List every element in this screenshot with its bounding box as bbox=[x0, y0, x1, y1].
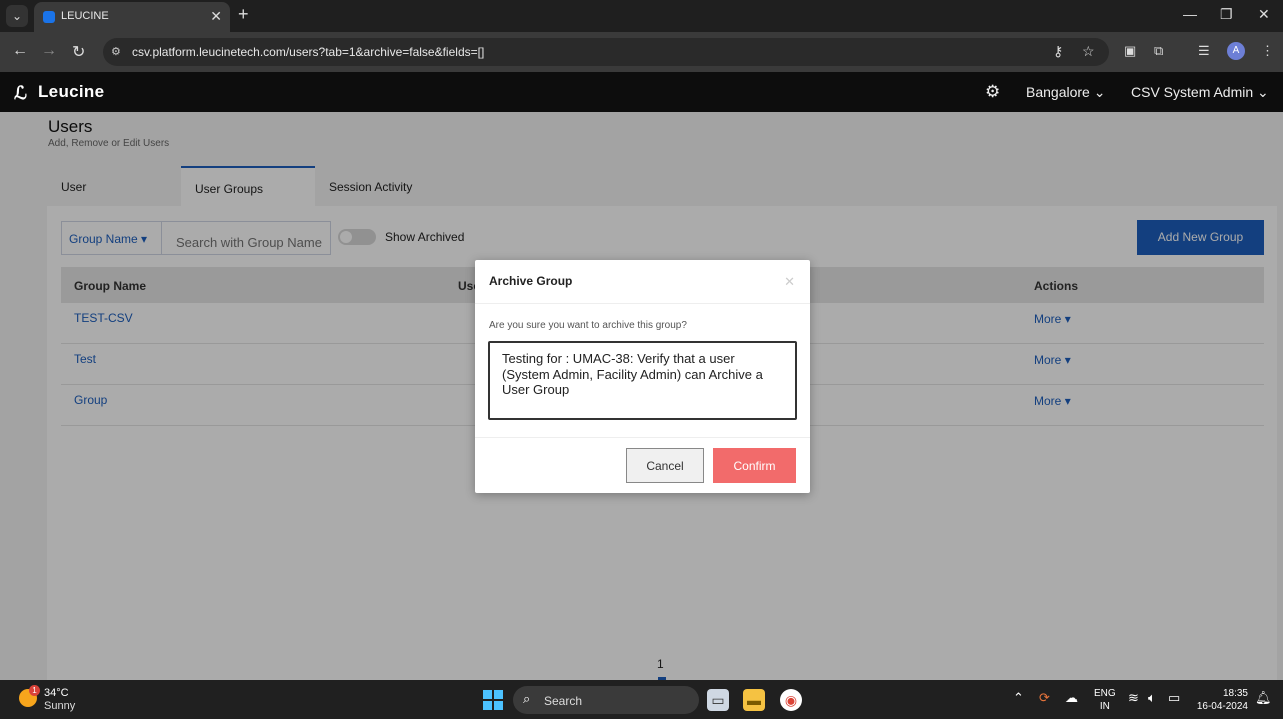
wifi-icon[interactable]: ≋ bbox=[1128, 690, 1139, 706]
address-bar[interactable]: ⚙ csv.platform.leucinetech.com/users?tab… bbox=[103, 38, 1109, 66]
archive-confirmation-question: Are you sure you want to archive this gr… bbox=[489, 320, 687, 331]
back-icon[interactable]: ← bbox=[12, 42, 28, 60]
tab-list-chevron-icon[interactable]: ⌄ bbox=[6, 5, 28, 27]
profile-avatar[interactable]: A bbox=[1227, 42, 1245, 60]
facility-selector[interactable]: Bangalore ⌄ bbox=[1026, 84, 1105, 101]
close-window-icon[interactable]: ✕ bbox=[1258, 6, 1270, 23]
facility-name: Bangalore bbox=[1026, 84, 1090, 100]
volume-icon[interactable]: 🔈︎ bbox=[1148, 690, 1156, 706]
chrome-icon[interactable]: ◉ bbox=[780, 689, 802, 711]
notification-bell-icon[interactable]: 🔔︎ bbox=[1255, 690, 1272, 706]
new-tab-icon[interactable]: + bbox=[238, 4, 249, 25]
language-code: ENG bbox=[1094, 688, 1116, 699]
chevron-down-icon: ⌄ bbox=[1257, 84, 1269, 100]
modal-title: Archive Group bbox=[489, 274, 573, 288]
taskbar-search-box[interactable]: ⌕ Search bbox=[513, 686, 699, 714]
reload-icon[interactable]: ↻ bbox=[72, 42, 85, 62]
translate-extension-icon[interactable]: ▣ bbox=[1124, 43, 1136, 59]
input-language[interactable]: ENG IN bbox=[1094, 687, 1116, 713]
region-code: IN bbox=[1099, 701, 1110, 712]
restore-icon[interactable]: ❐ bbox=[1220, 6, 1233, 23]
settings-gear-icon[interactable]: ⚙ bbox=[985, 82, 1000, 102]
clock-date: 16-04-2024 bbox=[1196, 701, 1248, 712]
tab-title: LEUCINE bbox=[61, 10, 109, 22]
leucine-logo-icon: ℒ bbox=[14, 83, 27, 103]
windows-taskbar: 1 34°C Sunny ⌕ Search ▭ ▬ ◉ ⌃ ⟳ ☁ ENG IN… bbox=[0, 680, 1283, 719]
search-icon: ⌕ bbox=[523, 691, 531, 706]
leucine-favicon-icon bbox=[43, 11, 55, 23]
brand-name: Leucine bbox=[38, 82, 105, 101]
system-clock[interactable]: 18:35 16-04-2024 bbox=[1195, 687, 1248, 713]
windows-start-icon[interactable] bbox=[483, 690, 503, 710]
clock-time: 18:35 bbox=[1222, 688, 1248, 699]
url-text[interactable]: csv.platform.leucinetech.com/users?tab=1… bbox=[132, 45, 484, 59]
user-name: CSV System Admin bbox=[1131, 84, 1254, 100]
user-menu[interactable]: CSV System Admin ⌄ bbox=[1131, 84, 1269, 101]
taskbar-search-label: Search bbox=[544, 694, 583, 708]
modal-footer-divider bbox=[475, 437, 810, 438]
file-explorer-icon[interactable]: ▬ bbox=[743, 689, 765, 711]
close-tab-icon[interactable]: ✕ bbox=[210, 8, 222, 25]
password-key-icon[interactable]: ⚷ bbox=[1053, 43, 1063, 60]
sync-app-icon[interactable]: ⟳ bbox=[1039, 690, 1050, 706]
browser-menu-icon[interactable]: ⋮ bbox=[1261, 43, 1274, 59]
task-view-icon[interactable]: ▭ bbox=[707, 689, 729, 711]
show-hidden-icons-chevron-icon[interactable]: ⌃ bbox=[1013, 690, 1024, 706]
extensions-icon[interactable]: ⧉ bbox=[1154, 43, 1163, 59]
modal-header: Archive Group ✕ bbox=[475, 260, 810, 304]
cancel-button[interactable]: Cancel bbox=[626, 448, 704, 483]
battery-icon[interactable]: ▭ bbox=[1168, 690, 1180, 706]
app-header: ℒ Leucine ⚙ Bangalore ⌄ CSV System Admin… bbox=[0, 72, 1283, 112]
forward-icon[interactable]: → bbox=[41, 42, 57, 60]
site-info-icon[interactable]: ⚙ bbox=[111, 45, 125, 59]
archive-group-modal: Archive Group ✕ Are you sure you want to… bbox=[475, 260, 810, 493]
chevron-down-icon: ⌄ bbox=[1093, 84, 1106, 100]
confirm-button[interactable]: Confirm bbox=[713, 448, 796, 483]
browser-tab-bar: ⌄ LEUCINE ✕ + — ❐ ✕ bbox=[0, 0, 1283, 32]
media-controls-icon[interactable]: ☰ bbox=[1198, 43, 1210, 59]
weather-condition[interactable]: Sunny bbox=[44, 700, 75, 712]
archive-reason-textarea[interactable]: Testing for : UMAC-38: Verify that a use… bbox=[488, 341, 797, 420]
onedrive-cloud-icon[interactable]: ☁ bbox=[1065, 690, 1078, 706]
weather-temperature[interactable]: 34°C bbox=[44, 687, 69, 699]
minimize-icon[interactable]: — bbox=[1183, 6, 1197, 22]
browser-tab[interactable]: LEUCINE ✕ bbox=[34, 2, 230, 32]
weather-notification-badge: 1 bbox=[29, 685, 40, 696]
browser-toolbar: ← → ↻ ⚙ csv.platform.leucinetech.com/use… bbox=[0, 32, 1283, 72]
bookmark-star-icon[interactable]: ☆ bbox=[1082, 43, 1095, 60]
close-icon[interactable]: ✕ bbox=[784, 274, 795, 290]
